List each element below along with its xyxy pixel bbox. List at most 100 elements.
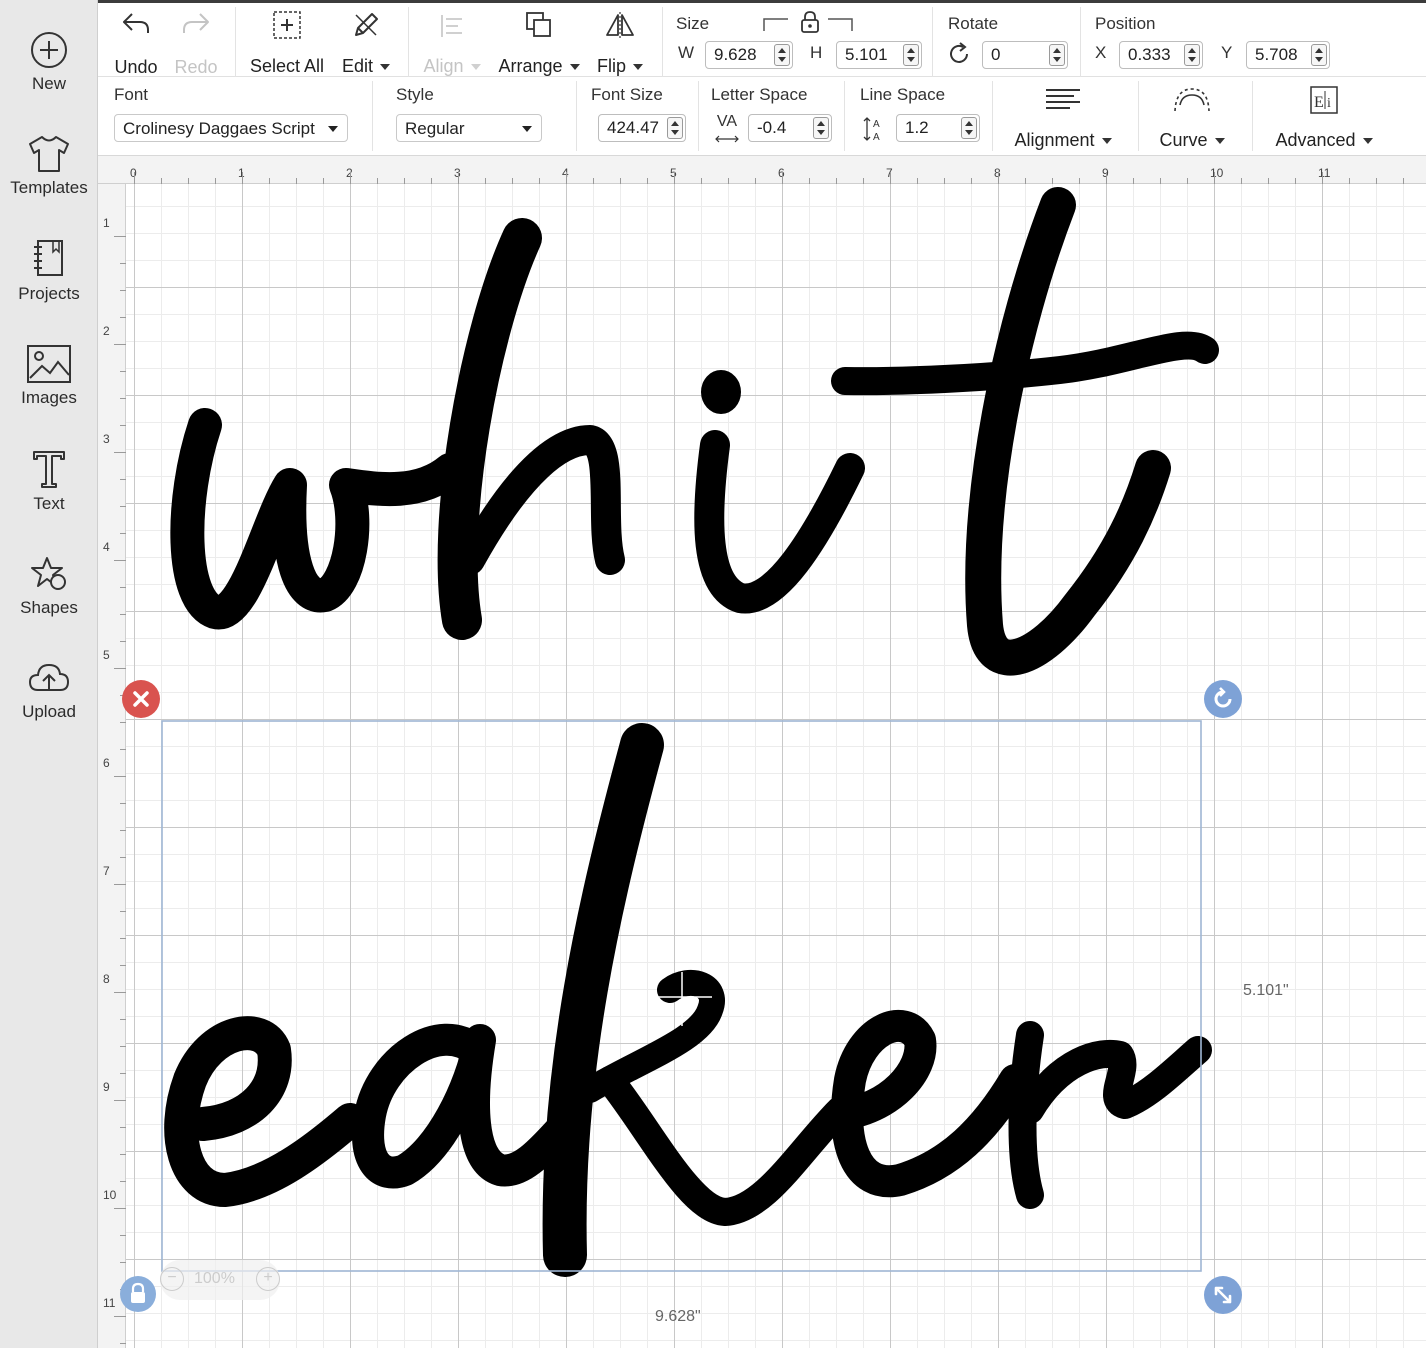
stepper-down-icon[interactable] [965,130,973,135]
undo-label: Undo [114,57,158,77]
divider [932,7,933,77]
stepper-up-icon[interactable] [671,121,679,126]
letter-space-field[interactable] [748,114,832,142]
line-space-field[interactable] [896,114,980,142]
sidebar-item-images[interactable]: Images [0,344,98,408]
arrange-menu-button[interactable]: Arrange [496,9,582,77]
advanced-text-icon: E i [1310,86,1338,114]
width-stepper[interactable] [774,44,790,66]
alignment-menu-button[interactable]: Alignment [1008,85,1118,151]
undo-button[interactable]: Undo [112,9,160,78]
rotate-input[interactable] [983,42,1049,68]
width-input[interactable] [706,42,774,68]
y-position-input[interactable] [1247,42,1311,68]
redo-label: Redo [174,57,218,77]
sidebar-item-new[interactable]: New [0,30,98,94]
lock-icon[interactable] [799,10,821,34]
height-stepper[interactable] [903,44,919,66]
lock-handle[interactable] [120,1276,156,1312]
sidebar-item-text[interactable]: Text [0,448,98,514]
stepper-up-icon[interactable] [965,121,973,126]
sidebar-item-shapes[interactable]: Shapes [0,554,98,618]
select-all-button[interactable]: Select All [246,9,328,77]
resize-handle[interactable] [1204,1276,1242,1314]
align-menu-button[interactable]: Align [418,9,486,77]
style-dropdown[interactable]: Regular [396,114,542,142]
letter-space-stepper[interactable] [813,117,829,139]
sidebar-item-upload[interactable]: Upload [0,660,98,722]
rotate-icon [950,42,968,63]
sidebar-item-label: Shapes [20,598,78,617]
delete-handle[interactable] [122,680,160,718]
shapes-icon [31,557,66,590]
svg-text:A: A [873,119,880,130]
style-title: Style [396,85,434,104]
stepper-down-icon[interactable] [671,130,679,135]
divider [576,81,577,151]
font-size-stepper[interactable] [667,117,683,139]
zoom-in-button[interactable]: + [256,1267,280,1291]
curve-text-icon [1174,88,1210,112]
rotate-field[interactable] [982,41,1068,69]
letter-space-input[interactable] [749,115,813,141]
line-space-icon: A A [863,117,880,143]
font-dropdown[interactable]: Crolinesy Daggaes Script [114,114,348,142]
divider [844,81,845,151]
notebook-icon [34,240,63,276]
sidebar-item-label: Upload [22,702,76,721]
y-position-stepper[interactable] [1311,44,1327,66]
stepper-up-icon[interactable] [817,121,825,126]
sidebar-item-projects[interactable]: Projects [0,238,98,304]
letter-space-title: Letter Space [711,85,808,104]
sidebar-item-templates[interactable]: Templates [0,134,98,198]
flip-menu-button[interactable]: Flip [592,9,648,77]
curve-label: Curve [1159,130,1208,150]
design-canvas[interactable]: 01234567891011 1234567891011 [98,156,1426,1348]
divider [698,81,699,151]
select-all-label: Select All [249,56,325,76]
x-position-stepper[interactable] [1184,44,1200,66]
rotate-stepper[interactable] [1049,44,1065,66]
stepper-down-icon[interactable] [817,130,825,135]
font-value: Crolinesy Daggaes Script [123,119,315,138]
divider [1080,7,1081,77]
stepper-down-icon[interactable] [1053,57,1061,62]
height-input[interactable] [837,42,903,68]
stepper-up-icon[interactable] [1315,48,1323,53]
width-dimension-label: 9.628" [655,1308,701,1325]
stepper-up-icon[interactable] [1053,48,1061,53]
edit-menu-button[interactable]: Edit [338,9,394,77]
line-space-input[interactable] [897,115,961,141]
tshirt-icon [29,136,69,172]
divider [992,81,993,151]
y-position-field[interactable] [1246,41,1330,69]
x-position-field[interactable] [1119,41,1203,69]
stepper-down-icon[interactable] [778,57,786,62]
stepper-down-icon[interactable] [1315,57,1323,62]
redo-button[interactable]: Redo [172,9,220,78]
font-size-input[interactable] [599,115,669,141]
chevron-down-icon [522,126,532,132]
font-size-field[interactable] [598,114,686,142]
width-field[interactable] [705,41,793,69]
text-object-line1[interactable] [170,187,1219,676]
curve-menu-button[interactable]: Curve [1152,85,1232,151]
stepper-up-icon[interactable] [1188,48,1196,53]
edit-label: Edit [341,56,374,76]
rotate-handle[interactable] [1204,680,1242,718]
zoom-out-button[interactable]: − [160,1267,184,1291]
stepper-down-icon[interactable] [907,57,915,62]
chevron-down-icon [380,64,391,71]
height-dimension-label: 5.101" [1243,982,1289,999]
stepper-up-icon[interactable] [778,48,786,53]
divider [1252,81,1253,151]
arrange-icon [526,12,551,37]
advanced-menu-button[interactable]: E i Advanced [1268,85,1380,151]
stepper-up-icon[interactable] [907,48,915,53]
chevron-down-icon [1101,138,1112,145]
x-position-input[interactable] [1120,42,1184,68]
text-object-line2[interactable] [164,723,1212,1277]
stepper-down-icon[interactable] [1188,57,1196,62]
height-field[interactable] [836,41,922,69]
line-space-stepper[interactable] [961,117,977,139]
